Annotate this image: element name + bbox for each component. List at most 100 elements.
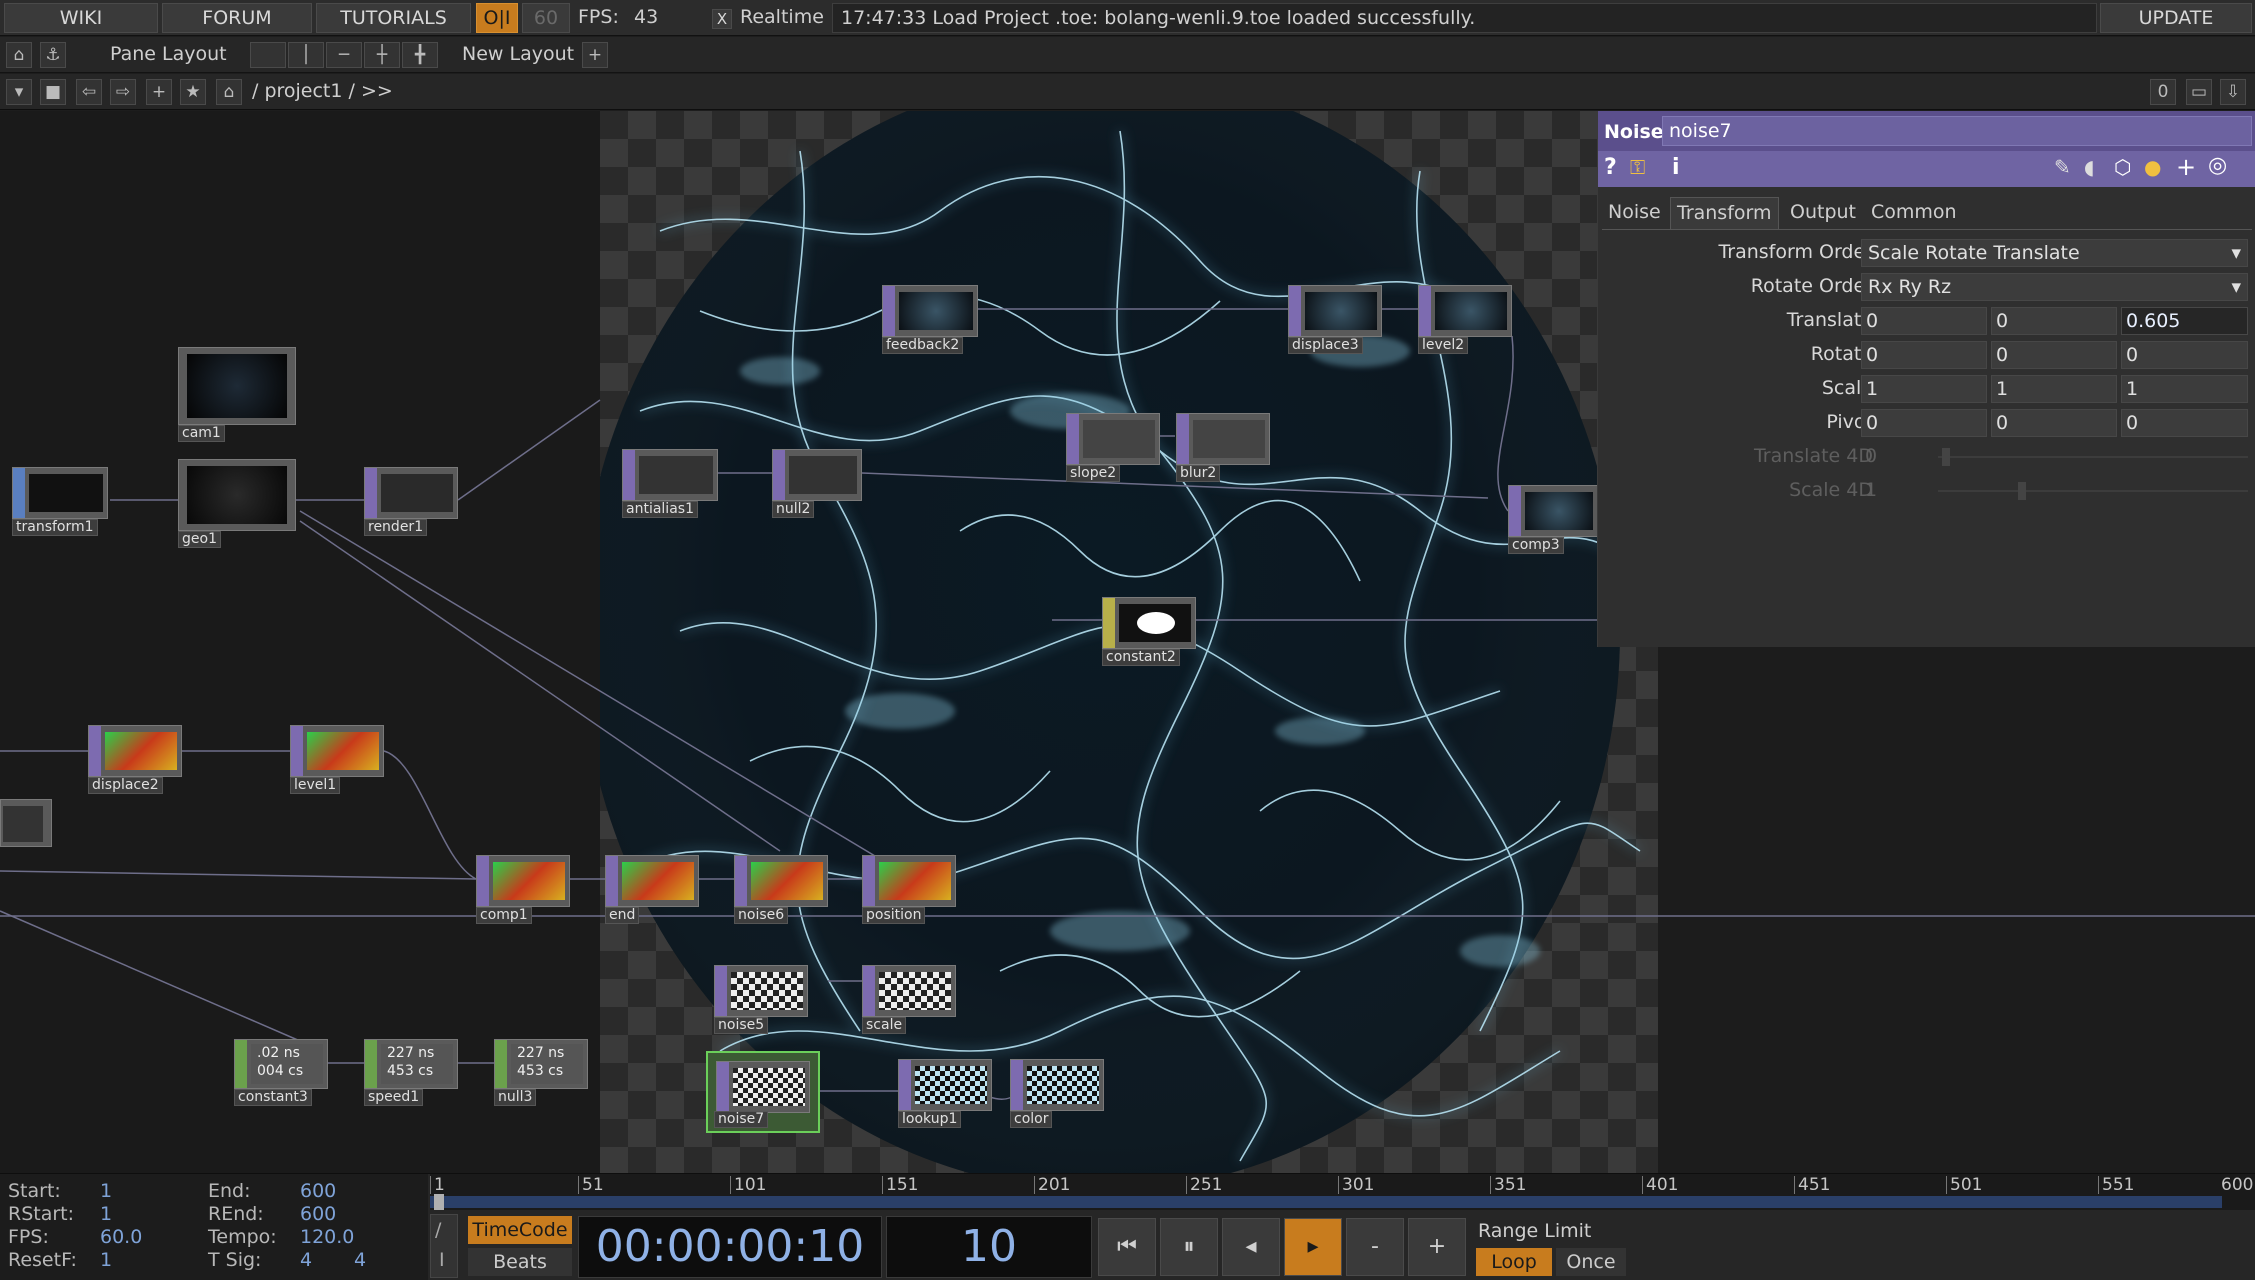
resetf-value[interactable]: 1 bbox=[100, 1249, 112, 1271]
rotate-x-field[interactable]: 0 bbox=[1861, 341, 1987, 369]
back-arrow-icon[interactable]: ⇦ bbox=[76, 79, 102, 105]
update-button[interactable]: UPDATE bbox=[2100, 3, 2252, 33]
realtime-checkbox[interactable]: X bbox=[712, 9, 732, 29]
python-icon[interactable]: ● bbox=[2144, 155, 2161, 179]
node-label: cam1 bbox=[178, 425, 225, 442]
slash-toggle[interactable]: / bbox=[435, 1219, 441, 1241]
rotate-order-menu[interactable]: Rx Ry Rz ▾ bbox=[1861, 273, 2248, 301]
menu-down-icon[interactable]: ▾ bbox=[6, 79, 32, 105]
add-param-icon[interactable]: + bbox=[2176, 153, 2196, 181]
pin-icon[interactable]: ⚓ bbox=[40, 42, 66, 68]
help-icon[interactable]: ? bbox=[1604, 155, 1617, 180]
tick-label: 551 bbox=[2098, 1176, 2134, 1194]
target-icon[interactable]: ◎ bbox=[2208, 153, 2227, 178]
tab-common[interactable]: Common bbox=[1865, 197, 1963, 229]
pause-icon[interactable]: ⏸ bbox=[1160, 1218, 1218, 1276]
op-name-field[interactable]: noise7 bbox=[1662, 116, 2252, 146]
pivot-z-field[interactable]: 0 bbox=[2121, 409, 2248, 437]
layout-split-v-icon[interactable]: │ bbox=[288, 42, 324, 68]
rotate-y-field[interactable]: 0 bbox=[1991, 341, 2117, 369]
step-minus-button[interactable]: - bbox=[1346, 1218, 1404, 1276]
comment-icon[interactable]: ◖ bbox=[2084, 155, 2095, 179]
transform-order-menu[interactable]: Scale Rotate Translate ▾ bbox=[1861, 239, 2248, 267]
tempo-label: Tempo: bbox=[208, 1226, 277, 1248]
step-back-icon[interactable]: ◂ bbox=[1222, 1218, 1280, 1276]
info-icon[interactable]: i bbox=[1672, 155, 1680, 180]
slider-handle[interactable] bbox=[2018, 482, 2026, 500]
layout-triple-icon[interactable]: ┼ bbox=[364, 42, 400, 68]
scale-z-field[interactable]: 1 bbox=[2121, 375, 2248, 403]
rewind-to-start-icon[interactable]: ⏮ bbox=[1098, 1218, 1156, 1276]
scale-4d-slider[interactable] bbox=[1938, 482, 2248, 500]
tsig-numerator[interactable]: 4 bbox=[300, 1249, 312, 1271]
tempo-value[interactable]: 120.0 bbox=[300, 1226, 354, 1248]
scale-x-field[interactable]: 1 bbox=[1861, 375, 1987, 403]
tutorials-button[interactable]: TUTORIALS bbox=[316, 3, 471, 33]
step-plus-button[interactable]: + bbox=[1408, 1218, 1466, 1276]
pivot-y-field[interactable]: 0 bbox=[1991, 409, 2117, 437]
download-icon[interactable]: ⇩ bbox=[2220, 79, 2246, 105]
tsig-denominator[interactable]: 4 bbox=[354, 1249, 366, 1271]
node-label: noise6 bbox=[734, 907, 789, 924]
network-path[interactable]: / project1 / >> bbox=[252, 80, 393, 102]
scale-y-field[interactable]: 1 bbox=[1991, 375, 2117, 403]
layout-quad-icon[interactable]: ╋ bbox=[402, 42, 438, 68]
chevron-down-icon: ▾ bbox=[2231, 242, 2241, 264]
rstart-value[interactable]: 1 bbox=[100, 1203, 112, 1225]
playhead[interactable] bbox=[434, 1194, 444, 1210]
stop-icon[interactable]: ■ bbox=[40, 79, 66, 105]
timecode-display[interactable]: 00:00:00:10 bbox=[578, 1216, 882, 1278]
home-view-icon[interactable]: ⌂ bbox=[6, 42, 32, 68]
translate-y-field[interactable]: 0 bbox=[1991, 307, 2117, 335]
bar-toggle[interactable]: I bbox=[439, 1249, 445, 1271]
translate-4d-slider[interactable] bbox=[1938, 448, 2248, 466]
tsig-label: T Sig: bbox=[208, 1249, 262, 1271]
frame-display[interactable]: 10 bbox=[886, 1216, 1092, 1278]
tab-output[interactable]: Output bbox=[1784, 197, 1862, 229]
tab-transform[interactable]: Transform bbox=[1670, 197, 1779, 229]
rotate-z-field[interactable]: 0 bbox=[2121, 341, 2248, 369]
translate-x-field[interactable]: 0 bbox=[1861, 307, 1987, 335]
node-label: geo1 bbox=[178, 531, 221, 548]
param-pivot: Pivot 0 0 0 bbox=[1598, 407, 2255, 439]
pivot-x-field[interactable]: 0 bbox=[1861, 409, 1987, 437]
end-value[interactable]: 600 bbox=[300, 1180, 336, 1202]
play-forward-icon[interactable]: ▸ bbox=[1284, 1218, 1342, 1276]
timeline-range-bar[interactable] bbox=[430, 1196, 2222, 1208]
start-value[interactable]: 1 bbox=[100, 1180, 112, 1202]
tab-noise[interactable]: Noise bbox=[1602, 197, 1667, 229]
cube-icon[interactable]: ⬡ bbox=[2114, 155, 2131, 179]
loop-button[interactable]: Loop bbox=[1476, 1248, 1552, 1276]
param-transform-order: Transform Order Scale Rotate Translate ▾ bbox=[1598, 237, 2255, 269]
bookmark-star-icon[interactable]: ★ bbox=[180, 79, 206, 105]
timeline-panel: Start: 1 RStart: 1 FPS: 60.0 ResetF: 1 E… bbox=[0, 1173, 2255, 1280]
wiki-button[interactable]: WIKI bbox=[4, 3, 158, 33]
slider-handle[interactable] bbox=[1942, 448, 1950, 466]
fps-target[interactable]: 60 bbox=[522, 3, 570, 33]
fps-label: FPS: bbox=[578, 6, 619, 28]
forward-arrow-icon[interactable]: ⇨ bbox=[110, 79, 136, 105]
layout-single-icon[interactable] bbox=[250, 42, 286, 68]
edit-pencil-icon[interactable]: ✎ bbox=[2054, 155, 2071, 179]
fps-value[interactable]: 60.0 bbox=[100, 1226, 142, 1248]
path-bar: ▾ ■ ⇦ ⇨ + ★ ⌂ / project1 / >> 0 ▭ ⇩ bbox=[0, 74, 2255, 110]
timeline-ruler[interactable]: 1 51 101 151 201 251 301 351 401 451 501… bbox=[430, 1174, 2255, 1210]
counter-field[interactable]: 0 bbox=[2150, 79, 2176, 105]
add-layout-button[interactable]: + bbox=[582, 42, 608, 68]
maximize-icon[interactable]: ▭ bbox=[2186, 79, 2212, 105]
translate-z-field[interactable]: 0.605 bbox=[2121, 307, 2248, 335]
rend-value[interactable]: 600 bbox=[300, 1203, 336, 1225]
perform-mode-toggle[interactable]: O|I bbox=[476, 3, 518, 33]
translate-4d-value: 0 bbox=[1865, 445, 1878, 467]
layout-split-h-icon[interactable]: ─ bbox=[326, 42, 362, 68]
forum-button[interactable]: FORUM bbox=[162, 3, 312, 33]
once-button[interactable]: Once bbox=[1556, 1248, 1626, 1276]
home-icon[interactable]: ⌂ bbox=[216, 79, 242, 105]
fps-value: 43 bbox=[634, 6, 659, 28]
node-label: noise5 bbox=[714, 1017, 769, 1034]
top-menu-bar: WIKI FORUM TUTORIALS O|I 60 FPS: 43 X Re… bbox=[0, 0, 2255, 36]
python-help-icon[interactable]: ⚿ bbox=[1630, 155, 1645, 179]
timecode-button[interactable]: TimeCode bbox=[468, 1216, 572, 1244]
add-icon[interactable]: + bbox=[146, 79, 172, 105]
beats-button[interactable]: Beats bbox=[468, 1248, 572, 1276]
